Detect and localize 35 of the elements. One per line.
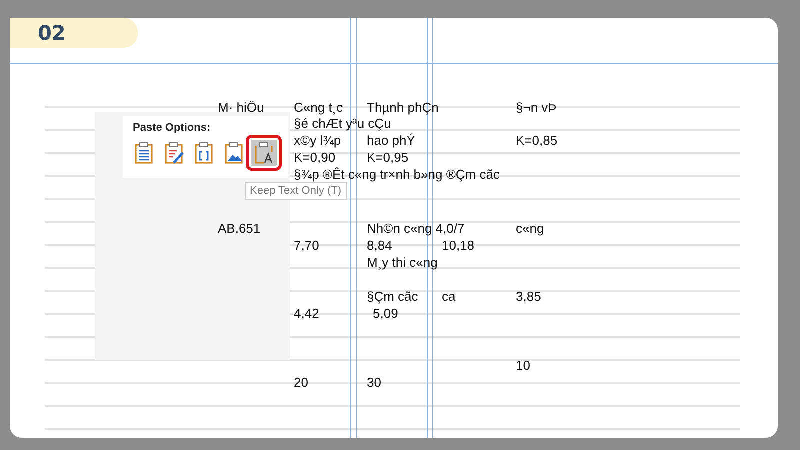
clipboard-icon [132,141,156,165]
clipboard-letter-icon [252,141,276,165]
section-badge: 02 [10,18,138,48]
document-text: AB.651 [218,221,261,236]
document-text: x©y l¾p [294,133,342,148]
document-text: 5,09 [373,306,398,321]
document-text: 8,84 [367,238,392,253]
tooltip: Keep Text Only (T) [245,182,346,200]
document-text: K=0,85 [516,133,558,148]
document-text: 20 [294,375,308,390]
clipboard-brush-icon [162,141,186,165]
document-text: K=0,90 [294,150,336,165]
document-text: C«ng t¸c [294,100,344,115]
document-text: hao phÝ [367,133,416,148]
document-text: 4,42 [294,306,320,321]
document-text: §é chÆt yªu cÇu [294,116,392,131]
document-text: 3,85 [516,289,542,304]
document-text: 7,70 [294,238,320,253]
paste-options-title: Paste Options: [133,122,212,134]
document-text: Thµnh phÇn [367,100,439,115]
document-text: ca [442,289,456,304]
document-text: 10 [516,358,530,373]
document-text: Nh©n c«ng 4,0/7 [367,221,465,236]
document-text: 30 [367,375,382,390]
document-text: M· hiÖu [218,100,264,115]
paste-option-button[interactable] [251,140,277,166]
document-text: M¸y thi c«ng [367,255,438,270]
document-text: §¾p ®Êt c«ng tr×nh b»ng ®Çm cãc [294,167,500,182]
document-text: §¬n vÞ [516,100,557,115]
clipboard-brackets-icon [192,141,216,165]
document-text: c«ng [516,221,544,236]
document-text: K=0,95 [367,150,409,165]
document-text: §Çm cãc [367,289,418,304]
clipboard-picture-icon [222,141,246,165]
document-text: 10,18 [442,238,475,253]
